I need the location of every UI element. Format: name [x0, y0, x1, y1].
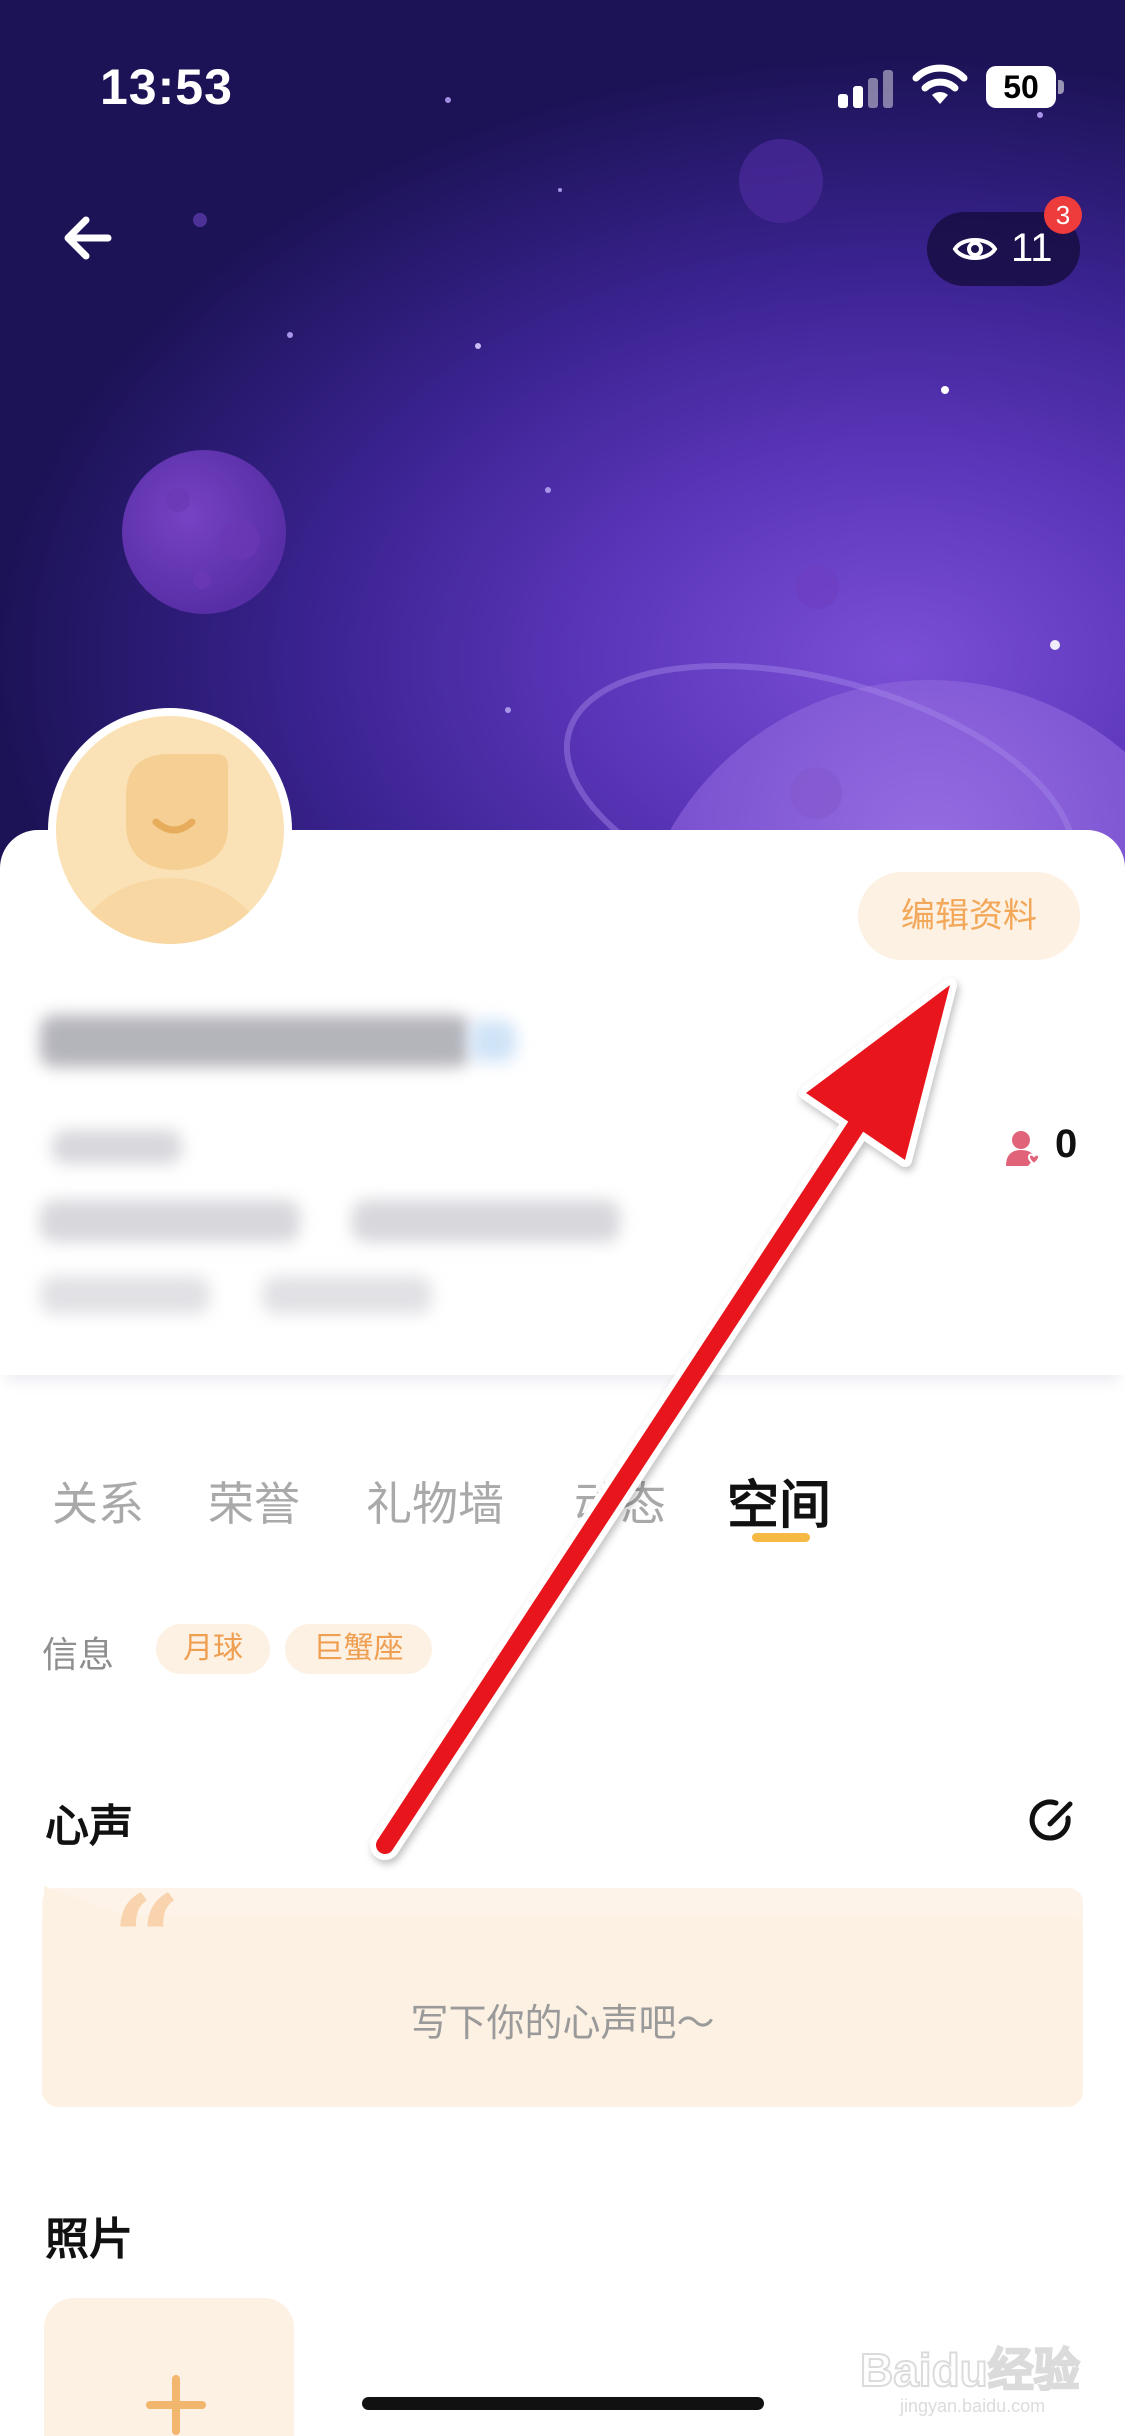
redacted-gender-age — [52, 1130, 182, 1164]
back-arrow-icon[interactable] — [58, 210, 118, 266]
quote-icon: “ — [112, 1869, 182, 2010]
fans-count: 0 — [1055, 1122, 1078, 1166]
redacted-stat-1 — [40, 1276, 210, 1314]
status-time: 13:53 — [100, 59, 233, 115]
cellular-signal-icon — [838, 70, 893, 108]
photos-section-title: 照片 — [45, 2214, 133, 2265]
add-photo-button[interactable] — [44, 2298, 294, 2436]
plus-icon — [146, 2375, 206, 2435]
eye-icon — [952, 238, 998, 260]
redacted-nickname — [40, 1015, 470, 1067]
visitors-count: 11 — [1011, 226, 1053, 270]
tab-moments[interactable]: 动态 — [574, 1468, 666, 1534]
baidu-watermark: Baidu经验 jingyan.baidu.com — [859, 2328, 1090, 2428]
active-tab-indicator — [752, 1533, 810, 1542]
redacted-stat-2 — [262, 1276, 432, 1314]
battery-level: 50 — [986, 66, 1056, 108]
tab-gift-wall[interactable]: 礼物墙 — [366, 1468, 504, 1534]
voice-section-title: 心声 — [45, 1801, 133, 1852]
redacted-verified-badge — [470, 1020, 516, 1062]
redacted-location — [352, 1200, 620, 1242]
redacted-user-id — [40, 1200, 300, 1242]
voice-placeholder[interactable]: 写下你的心声吧～ — [42, 1992, 1083, 2047]
tab-relations[interactable]: 关系 — [52, 1468, 144, 1534]
fans-icon — [1006, 1131, 1041, 1166]
home-indicator[interactable] — [362, 2397, 764, 2410]
tag-zodiac: 巨蟹座 — [285, 1624, 432, 1674]
tag-planet: 月球 — [156, 1624, 270, 1674]
watermark-url: jingyan.baidu.com — [900, 2396, 1046, 2416]
battery-icon: 50 — [986, 66, 1064, 108]
default-avatar-icon — [73, 754, 267, 944]
tab-space[interactable]: 空间 — [727, 1463, 831, 1538]
info-label: 信息 — [42, 1635, 115, 1676]
edit-icon[interactable] — [1028, 1796, 1078, 1846]
watermark-brand: Baidu经验 — [859, 2343, 1081, 2397]
wifi-icon — [912, 64, 968, 104]
new-visitors-badge: 3 — [1044, 196, 1082, 234]
avatar[interactable] — [48, 708, 292, 952]
edit-profile-button[interactable]: 编辑资料 — [858, 872, 1080, 960]
tab-honors[interactable]: 荣誉 — [208, 1468, 300, 1534]
